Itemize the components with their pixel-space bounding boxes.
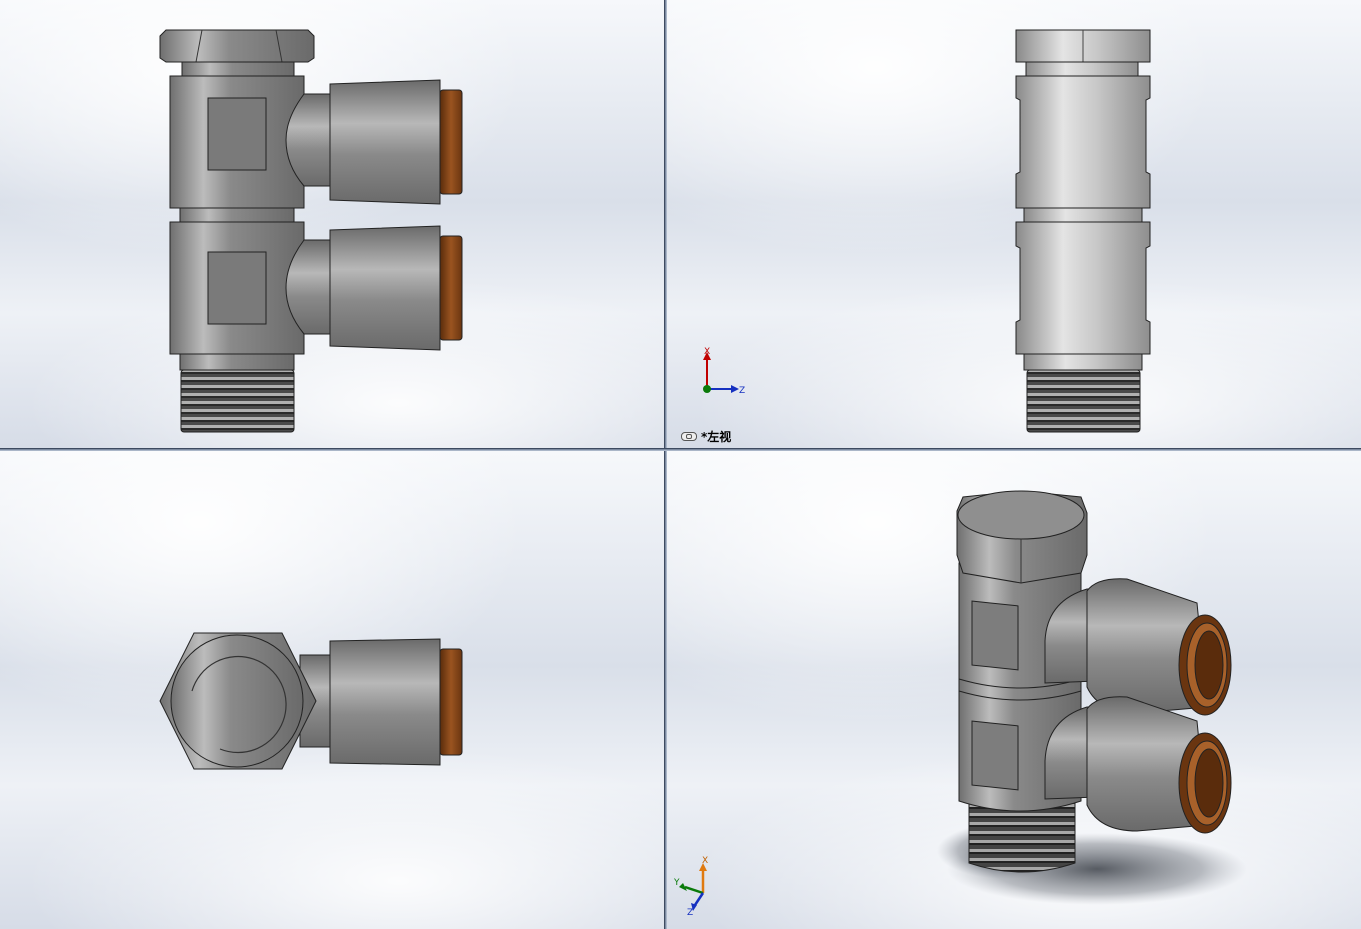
svg-text:Y: Y (673, 878, 680, 888)
svg-text:Z: Z (739, 386, 745, 396)
viewport-left[interactable]: X Z *左视 (667, 0, 1361, 448)
viewport-splitter-vertical[interactable] (664, 0, 667, 929)
coordinate-triad-icon: X Z (703, 347, 745, 396)
svg-text:X: X (702, 856, 708, 866)
link-icon[interactable] (681, 432, 697, 441)
fitting-left-view (1015, 29, 1151, 433)
fitting-top-view (159, 632, 463, 770)
svg-text:X: X (704, 347, 710, 357)
viewport-isometric[interactable]: X Y Z (667, 451, 1361, 929)
fitting-front-view (159, 29, 463, 433)
view-name-label: *左视 (681, 428, 731, 445)
fitting-isometric-view (937, 490, 1247, 905)
viewport-splitter-horizontal[interactable] (0, 448, 1361, 451)
viewport-front[interactable] (0, 0, 664, 448)
view-name-text: *左视 (701, 430, 732, 444)
viewport-top[interactable] (0, 451, 664, 929)
svg-text:Z: Z (687, 908, 693, 918)
coordinate-triad-icon: X Y Z (673, 856, 708, 918)
